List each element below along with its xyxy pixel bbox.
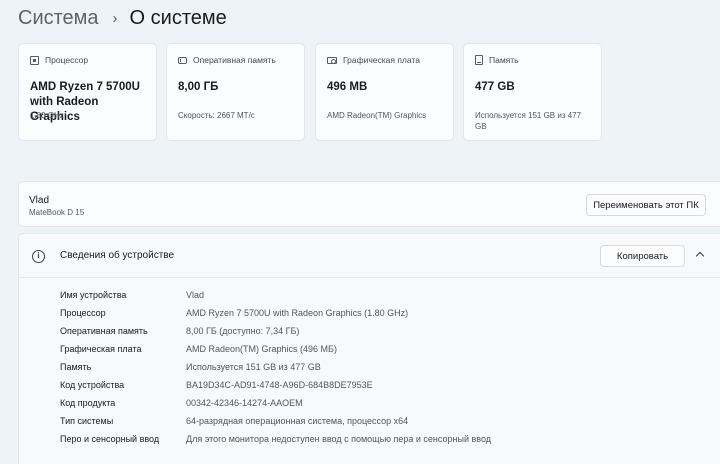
spec-value: BA19D34C-AD91-4748-A96D-684B8DE7953E (186, 380, 373, 390)
spec-label: Код устройства (60, 380, 125, 390)
spec-row: Имя устройства Vlad (60, 286, 491, 304)
device-model: MateBook D 15 (29, 208, 85, 217)
device-name-panel: Vlad MateBook D 15 Переименовать этот ПК (18, 181, 720, 227)
card-subtext: 1,80 GHz (30, 111, 64, 120)
spec-row: Перо и сенсорный ввод Для этого монитора … (60, 430, 491, 448)
breadcrumb-system-link[interactable]: Система (18, 7, 99, 30)
page-title: О системе (129, 6, 227, 29)
card-value: 8,00 ГБ (178, 81, 219, 93)
gpu-icon (327, 56, 337, 64)
graphics-card: Графическая плата 496 MB AMD Radeon(TM) … (315, 43, 454, 141)
spec-row: Оперативная память 8,00 ГБ (доступно: 7,3… (60, 322, 491, 340)
card-subtext: Скорость: 2667 МТ/с (178, 111, 255, 120)
card-value: 496 MB (327, 81, 368, 93)
spec-value: Vlad (186, 290, 205, 300)
card-title: Оперативная память (193, 55, 276, 65)
ram-icon (178, 56, 187, 64)
cpu-icon (30, 55, 39, 65)
breadcrumb: Система › О системе (18, 5, 227, 31)
device-specs-expander: i Сведения об устройстве Копировать Имя … (18, 233, 720, 464)
chevron-right-icon: › (112, 9, 118, 27)
spec-row: Память Используется 151 GB из 477 GB (60, 358, 491, 376)
spec-value: 00342-42346-14274-AAOEM (186, 398, 303, 408)
card-value: 477 GB (475, 81, 515, 93)
about-page: Система › О системе Процессор AMD Ryzen … (0, 0, 720, 464)
card-title: Процессор (45, 55, 89, 65)
card-title: Графическая плата (343, 55, 420, 65)
spec-label: Графическая плата (60, 344, 142, 354)
memory-card: Оперативная память 8,00 ГБ Скорость: 266… (166, 43, 305, 141)
storage-card: Память 477 GB Используется 151 GB из 477… (463, 43, 602, 141)
spec-value: AMD Ryzen 7 5700U with Radeon Graphics (… (186, 308, 409, 318)
spec-row: Тип системы 64-разрядная операционная сис… (60, 412, 491, 430)
info-icon: i (32, 250, 45, 263)
spec-value: 64-разрядная операционная система, проце… (186, 416, 409, 426)
spec-label: Перо и сенсорный ввод (60, 434, 160, 444)
spec-label: Тип системы (60, 416, 114, 426)
card-subtext: Используется 151 GB из 477 GB (475, 111, 582, 131)
spec-label: Память (60, 362, 92, 372)
spec-row: Код устройства BA19D34C-AD91-4748-A96D-68… (60, 376, 491, 394)
spec-label: Оперативная память (60, 326, 148, 336)
spec-label: Имя устройства (60, 290, 127, 300)
card-subtext: AMD Radeon(TM) Graphics (327, 111, 427, 120)
device-name: Vlad (29, 195, 50, 206)
storage-icon (475, 55, 483, 65)
spec-row: Графическая плата AMD Radeon(TM) Graphics… (60, 340, 491, 358)
processor-card: Процессор AMD Ryzen 7 5700U with Radeon … (18, 43, 157, 141)
rename-pc-button[interactable]: Переименовать этот ПК (586, 194, 706, 216)
card-title: Память (489, 55, 519, 65)
spec-value: Для этого монитора недоступен ввод с пом… (186, 434, 491, 444)
spec-label: Код продукта (60, 398, 116, 408)
spec-value: 8,00 ГБ (доступно: 7,34 ГБ) (186, 326, 300, 336)
spec-label: Процессор (60, 308, 106, 318)
device-specs-header[interactable]: i Сведения об устройстве Копировать (19, 234, 720, 278)
device-specs-title: Сведения об устройстве (60, 250, 175, 261)
spec-row: Код продукта 00342-42346-14274-AAOEM (60, 394, 491, 412)
spec-value: AMD Radeon(TM) Graphics (496 МБ) (186, 344, 337, 354)
chevron-up-icon[interactable] (695, 251, 705, 261)
spec-value: Используется 151 GB из 477 GB (186, 362, 321, 372)
spec-row: Процессор AMD Ryzen 7 5700U with Radeon G… (60, 304, 491, 322)
copy-button[interactable]: Копировать (600, 245, 685, 267)
device-specs-list: Имя устройства Vlad Процессор AMD Ryzen 7 … (60, 286, 491, 448)
